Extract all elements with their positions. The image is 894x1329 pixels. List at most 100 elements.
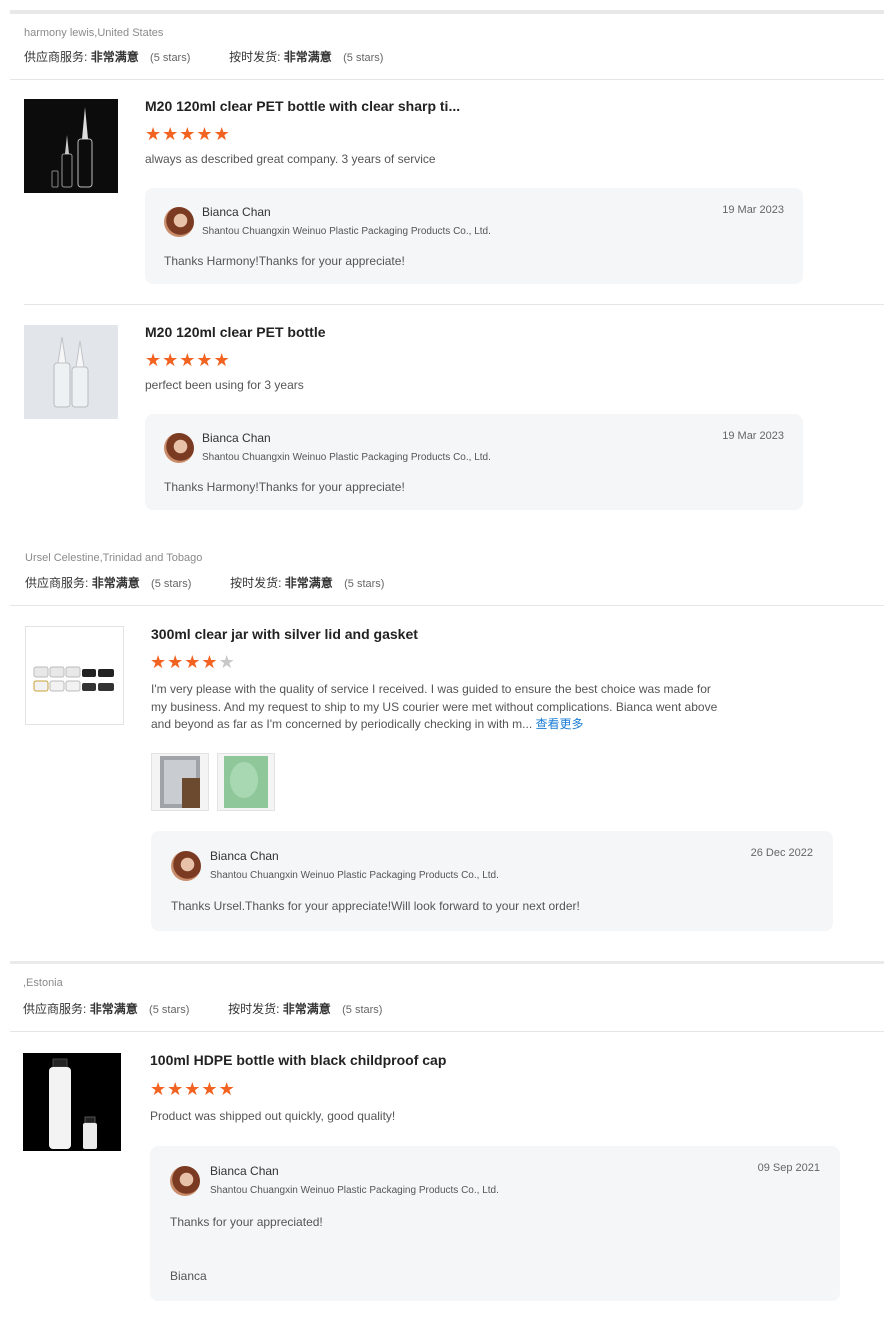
- divider: [10, 605, 884, 606]
- reply-company: Shantou Chuangxin Weinuo Plastic Packagi…: [210, 870, 499, 881]
- shipping-value: 非常满意: [283, 50, 332, 64]
- shipping-stars: (5 stars): [343, 52, 384, 64]
- star-icon: ★: [184, 1079, 202, 1099]
- avatar: [164, 207, 194, 237]
- supplier-service-value: 非常满意: [91, 576, 140, 590]
- bottle-image: [49, 1058, 97, 1149]
- divider: [10, 961, 884, 964]
- supplier-service-value: 非常满意: [89, 1002, 138, 1016]
- product-image[interactable]: [23, 1053, 121, 1151]
- supplier-service-stars: (5 stars): [149, 1004, 190, 1016]
- supplier-service-stars: (5 stars): [151, 578, 192, 590]
- supplier-service-label: 供应商服务:: [23, 1002, 87, 1016]
- rating-stars: ★★★★★: [150, 653, 236, 671]
- reply-date: 19 Mar 2023: [722, 204, 784, 216]
- supplier-service-label: 供应商服务:: [25, 576, 89, 590]
- supplier-reply: Bianca Chan Shantou Chuangxin Weinuo Pla…: [145, 414, 803, 510]
- bottle-image: [53, 336, 89, 408]
- divider: [10, 1031, 884, 1032]
- divider: [24, 304, 884, 305]
- shipping-stars: (5 stars): [344, 578, 385, 590]
- star-icon: ★: [162, 350, 180, 370]
- review-comment: perfect been using for 3 years: [145, 378, 304, 392]
- buyer-name: ,Estonia: [23, 977, 63, 989]
- reply-text: Thanks for your appreciated!: [170, 1215, 323, 1229]
- reply-author: Bianca Chan: [210, 1164, 279, 1178]
- star-icon: ★: [196, 350, 214, 370]
- product-title[interactable]: M20 120ml clear PET bottle with clear sh…: [145, 98, 460, 114]
- supplier-reply: Bianca Chan Shantou Chuangxin Weinuo Pla…: [150, 1146, 840, 1301]
- shipping-label: 按时发货:: [230, 576, 282, 590]
- top-divider: [10, 10, 884, 14]
- review-photo[interactable]: [151, 753, 209, 811]
- see-more-link[interactable]: 查看更多: [536, 717, 584, 731]
- reply-date: 19 Mar 2023: [722, 430, 784, 442]
- star-icon: ★: [150, 1079, 168, 1099]
- reply-author: Bianca Chan: [202, 431, 271, 445]
- avatar: [171, 851, 201, 881]
- rating-stars: ★★★★★: [145, 351, 231, 369]
- reply-date: 26 Dec 2022: [750, 847, 813, 859]
- star-icon: ★: [167, 652, 185, 672]
- star-icon: ★: [184, 652, 202, 672]
- review-photo[interactable]: [217, 753, 275, 811]
- buyer-ratings: 供应商服务: 非常满意 (5 stars) 按时发货: 非常满意 (5 star…: [24, 48, 383, 65]
- comment-line: I'm very please with the quality of serv…: [151, 682, 711, 696]
- review-comment: I'm very please with the quality of serv…: [151, 681, 811, 734]
- star-icon: ★: [218, 652, 236, 672]
- star-icon: ★: [213, 350, 231, 370]
- product-title[interactable]: 300ml clear jar with silver lid and gask…: [151, 626, 418, 642]
- rating-stars: ★★★★★: [150, 1080, 236, 1098]
- reply-date: 09 Sep 2021: [757, 1162, 820, 1174]
- review-comment: always as described great company. 3 yea…: [145, 152, 436, 166]
- reply-signature: Bianca: [170, 1269, 207, 1283]
- star-icon: ★: [145, 124, 163, 144]
- star-icon: ★: [201, 1079, 219, 1099]
- avatar: [164, 433, 194, 463]
- star-icon: ★: [150, 652, 168, 672]
- star-icon: ★: [218, 1079, 236, 1099]
- review-comment: Product was shipped out quickly, good qu…: [150, 1109, 396, 1123]
- reply-author: Bianca Chan: [202, 205, 271, 219]
- buyer-ratings: 供应商服务: 非常满意 (5 stars) 按时发货: 非常满意 (5 star…: [23, 1000, 382, 1017]
- star-icon: ★: [167, 1079, 185, 1099]
- star-icon: ★: [201, 652, 219, 672]
- shipping-label: 按时发货:: [228, 1002, 280, 1016]
- bottle-image: [51, 107, 93, 188]
- product-image[interactable]: [24, 325, 118, 419]
- rating-stars: ★★★★★: [145, 125, 231, 143]
- star-icon: ★: [213, 124, 231, 144]
- shipping-label: 按时发货:: [229, 50, 281, 64]
- buyer-name: harmony lewis,United States: [24, 27, 164, 39]
- buyer-name: Ursel Celestine,Trinidad and Tobago: [25, 552, 203, 564]
- supplier-service-stars: (5 stars): [150, 52, 191, 64]
- photo-image: [152, 754, 208, 810]
- star-icon: ★: [196, 124, 214, 144]
- shipping-stars: (5 stars): [342, 1004, 383, 1016]
- product-image[interactable]: [25, 626, 124, 725]
- buyer-ratings: 供应商服务: 非常满意 (5 stars) 按时发货: 非常满意 (5 star…: [25, 574, 384, 591]
- supplier-service-label: 供应商服务:: [24, 50, 88, 64]
- reply-company: Shantou Chuangxin Weinuo Plastic Packagi…: [210, 1185, 499, 1196]
- reply-company: Shantou Chuangxin Weinuo Plastic Packagi…: [202, 226, 491, 237]
- star-icon: ★: [162, 124, 180, 144]
- star-icon: ★: [145, 350, 163, 370]
- shipping-value: 非常满意: [282, 1002, 331, 1016]
- supplier-service-value: 非常满意: [90, 50, 139, 64]
- reply-company: Shantou Chuangxin Weinuo Plastic Packagi…: [202, 452, 491, 463]
- product-image[interactable]: [24, 99, 118, 193]
- comment-line: my business. And my request to ship to m…: [151, 699, 718, 714]
- reply-text: Thanks Harmony!Thanks for your appreciat…: [164, 480, 405, 494]
- supplier-reply: Bianca Chan Shantou Chuangxin Weinuo Pla…: [151, 831, 833, 931]
- star-icon: ★: [179, 350, 197, 370]
- product-title[interactable]: 100ml HDPE bottle with black childproof …: [150, 1052, 446, 1068]
- comment-line: and beyond as far as I'm concerned by pe…: [151, 717, 584, 731]
- jar-image: [33, 666, 114, 692]
- reply-text: Thanks Harmony!Thanks for your appreciat…: [164, 254, 405, 268]
- avatar: [170, 1166, 200, 1196]
- reply-text: Thanks Ursel.Thanks for your appreciate!…: [171, 899, 580, 913]
- reply-author: Bianca Chan: [210, 849, 279, 863]
- product-title[interactable]: M20 120ml clear PET bottle: [145, 324, 326, 340]
- supplier-reply: Bianca Chan Shantou Chuangxin Weinuo Pla…: [145, 188, 803, 284]
- photo-image: [218, 754, 274, 810]
